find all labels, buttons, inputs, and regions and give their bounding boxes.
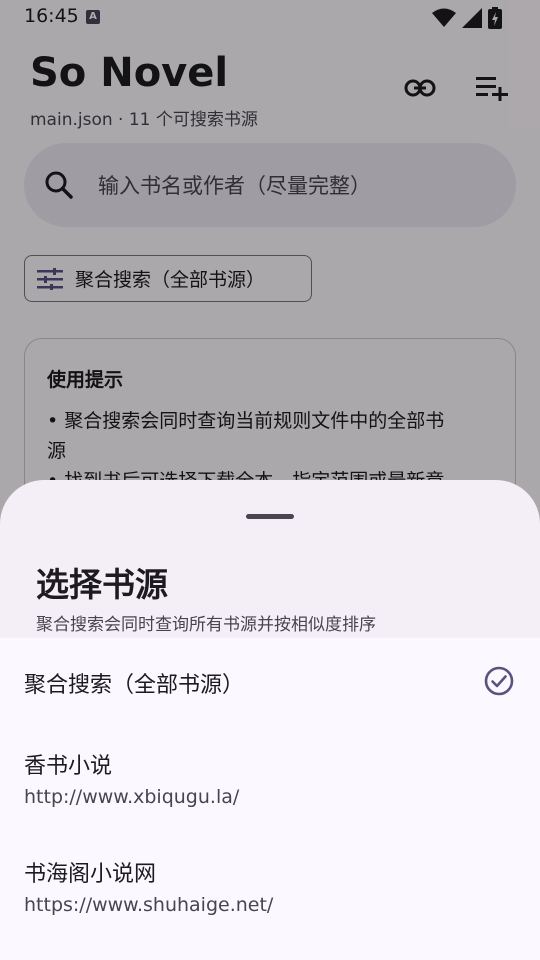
source-item-title: 聚合搜索（全部书源） <box>24 673 245 698</box>
source-item-title: 香书小说 <box>24 754 113 779</box>
source-item-shuhaige[interactable]: 书海阁小说网 https://www.shuhaige.net/ <box>0 832 540 940</box>
sheet-title: 选择书源 <box>36 565 168 604</box>
source-list: 聚合搜索（全部书源） 香书小说 http://www.xbiqugu.la/ 书… <box>0 638 540 960</box>
source-item-url: https://www.shuhaige.net/ <box>24 894 274 916</box>
sheet-subtitle: 聚合搜索会同时查询所有书源并按相似度排序 <box>36 615 376 635</box>
source-picker-sheet: 选择书源 聚合搜索会同时查询所有书源并按相似度排序 聚合搜索（全部书源） 香书小… <box>0 480 540 960</box>
source-item-aggregate[interactable]: 聚合搜索（全部书源） <box>0 638 540 724</box>
source-item-xiangshu[interactable]: 香书小说 http://www.xbiqugu.la/ <box>0 724 540 832</box>
source-item-title: 书海阁小说网 <box>24 862 157 887</box>
source-item-url: http://www.xbiqugu.la/ <box>24 786 240 808</box>
screen: 16:45 A So Novel main.json · 11 个可搜索书源 输… <box>0 0 540 960</box>
check-circle-icon <box>484 666 514 696</box>
sheet-drag-handle[interactable] <box>246 514 294 519</box>
